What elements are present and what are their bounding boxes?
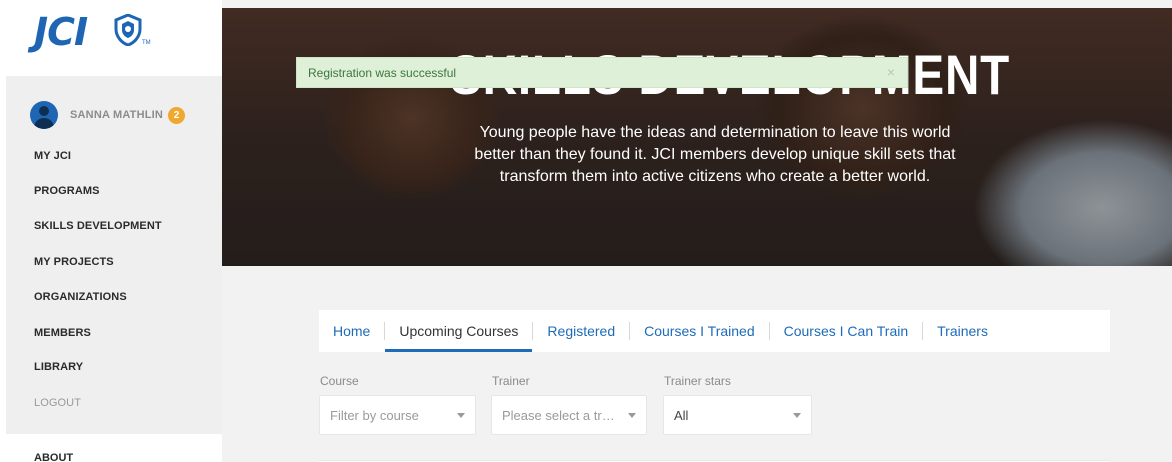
trainer-filter-value: Please select a tr… bbox=[502, 407, 615, 423]
user-profile[interactable]: SANNA MATHLIN 2 bbox=[30, 101, 186, 129]
tab-home[interactable]: Home bbox=[319, 310, 384, 352]
sidebar-item-library[interactable]: LIBRARY bbox=[34, 361, 83, 373]
hero-banner: SKILLS DEVELOPMENT Young people have the… bbox=[222, 8, 1172, 266]
close-icon[interactable]: × bbox=[887, 64, 895, 80]
logo-text: JCI bbox=[34, 10, 88, 54]
tab-courses-i-can-train[interactable]: Courses I Can Train bbox=[770, 310, 923, 352]
trainer-stars-filter-value: All bbox=[674, 407, 689, 423]
trademark-mark: TM bbox=[142, 40, 151, 46]
toast-message: Registration was successful bbox=[308, 65, 457, 80]
chevron-down-icon bbox=[457, 413, 465, 418]
trainer-filter-label: Trainer bbox=[492, 374, 530, 388]
notification-badge[interactable]: 2 bbox=[168, 106, 186, 124]
tab-registered[interactable]: Registered bbox=[533, 310, 629, 352]
trainer-stars-filter-label: Trainer stars bbox=[664, 374, 731, 388]
avatar[interactable] bbox=[30, 101, 58, 129]
chevron-down-icon bbox=[793, 413, 801, 418]
course-filter-label: Course bbox=[320, 374, 359, 388]
sidebar-item-skills-development[interactable]: SKILLS DEVELOPMENT bbox=[34, 220, 162, 232]
sidebar: JCI TM SANNA MATHLIN 2 MY JCI PROGRAMS S… bbox=[0, 0, 222, 462]
course-tabs: Home Upcoming Courses Registered Courses… bbox=[319, 310, 1110, 352]
course-filter-select[interactable]: Filter by course bbox=[319, 395, 476, 435]
sidebar-item-my-jci[interactable]: MY JCI bbox=[34, 150, 71, 162]
sidebar-item-programs[interactable]: PROGRAMS bbox=[34, 185, 100, 197]
avatar-body bbox=[34, 118, 54, 129]
trainer-filter-select[interactable]: Please select a tr… bbox=[491, 395, 647, 435]
user-name[interactable]: SANNA MATHLIN bbox=[70, 109, 163, 121]
tab-courses-i-trained[interactable]: Courses I Trained bbox=[630, 310, 769, 352]
page: JCI TM SANNA MATHLIN 2 MY JCI PROGRAMS S… bbox=[0, 0, 1172, 462]
sidebar-item-logout[interactable]: LOGOUT bbox=[34, 397, 81, 409]
sidebar-item-organizations[interactable]: ORGANIZATIONS bbox=[34, 291, 127, 303]
success-toast: Registration was successful × bbox=[296, 57, 908, 88]
course-filter-value: Filter by course bbox=[330, 407, 419, 423]
sidebar-item-my-projects[interactable]: MY PROJECTS bbox=[34, 256, 114, 268]
shield-icon bbox=[114, 14, 142, 46]
hero-description: Young people have the ideas and determin… bbox=[474, 124, 956, 185]
nav-panel bbox=[6, 76, 222, 434]
logo[interactable]: JCI TM bbox=[0, 0, 222, 76]
trainer-stars-filter-select[interactable]: All bbox=[663, 395, 812, 435]
tab-trainers[interactable]: Trainers bbox=[923, 310, 1002, 352]
avatar-head bbox=[39, 106, 49, 116]
sidebar-item-about[interactable]: ABOUT bbox=[34, 452, 73, 462]
sidebar-item-members[interactable]: MEMBERS bbox=[34, 327, 91, 339]
tab-upcoming-courses[interactable]: Upcoming Courses bbox=[385, 310, 533, 352]
chevron-down-icon bbox=[628, 413, 636, 418]
